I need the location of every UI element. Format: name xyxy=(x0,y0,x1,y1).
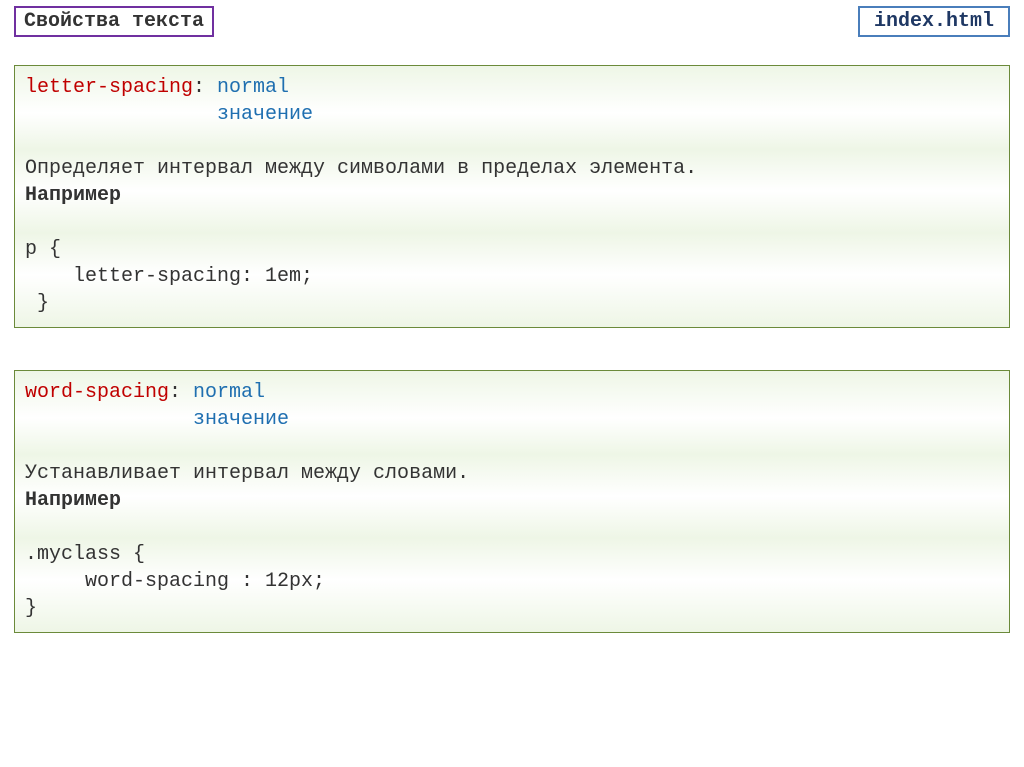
code-line: .myclass { xyxy=(25,543,145,566)
code-line: p { xyxy=(25,238,61,261)
colon: : xyxy=(193,76,217,99)
property-description: Устанавливает интервал между словами. xyxy=(25,462,469,485)
value2-indent xyxy=(25,408,193,431)
code-line: } xyxy=(25,292,49,315)
css-property-name: word-spacing xyxy=(25,381,169,404)
css-value-normal: normal xyxy=(193,381,265,404)
example-label: Например xyxy=(25,184,121,207)
header-row: Свойства текста index.html xyxy=(0,0,1024,37)
filename-label: index.html xyxy=(858,6,1010,37)
css-value-alt: значение xyxy=(193,408,289,431)
value2-indent xyxy=(25,103,217,126)
page-title: Свойства текста xyxy=(14,6,214,37)
css-property-name: letter-spacing xyxy=(25,76,193,99)
code-line: } xyxy=(25,597,37,620)
example-label: Например xyxy=(25,489,121,512)
property-panel-letter-spacing: letter-spacing: normal значение Определя… xyxy=(14,65,1010,328)
code-line: letter-spacing: 1em; xyxy=(25,265,313,288)
css-value-alt: значение xyxy=(217,103,313,126)
css-value-normal: normal xyxy=(217,76,289,99)
property-description: Определяет интервал между символами в пр… xyxy=(25,157,697,180)
property-panel-word-spacing: word-spacing: normal значение Устанавлив… xyxy=(14,370,1010,633)
code-line: word-spacing : 12px; xyxy=(25,570,325,593)
colon: : xyxy=(169,381,193,404)
